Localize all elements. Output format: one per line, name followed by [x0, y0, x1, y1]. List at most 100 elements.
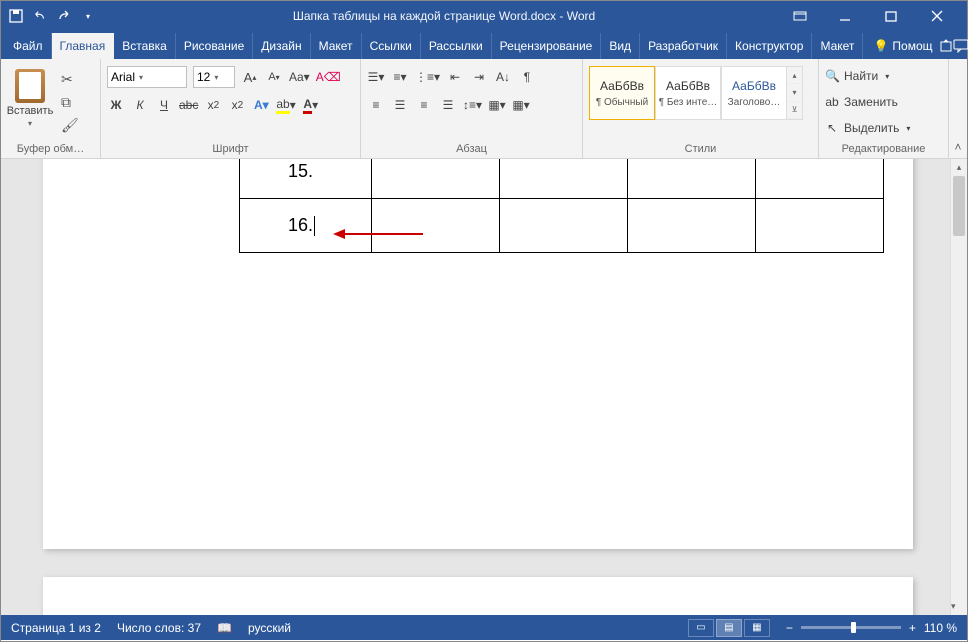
align-left-icon[interactable]: ≡ — [367, 95, 385, 115]
italic-button[interactable]: К — [131, 95, 149, 115]
tab-developer[interactable]: Разработчик — [640, 33, 727, 59]
page-indicator[interactable]: Страница 1 из 2 — [11, 621, 101, 635]
tab-layout[interactable]: Макет — [311, 33, 362, 59]
clear-format-icon[interactable]: A⌫ — [316, 67, 341, 87]
table-cell[interactable] — [500, 159, 628, 199]
table-cell[interactable] — [628, 199, 756, 253]
table-cell[interactable] — [756, 199, 884, 253]
style-no-spacing[interactable]: АаБбВв ¶ Без инте… — [655, 66, 721, 120]
print-layout-icon[interactable]: ▤ — [716, 619, 742, 637]
grow-font-icon[interactable]: A▴ — [241, 67, 259, 87]
web-layout-icon[interactable]: ▦ — [744, 619, 770, 637]
bullets-icon[interactable]: ☰▾ — [367, 67, 385, 87]
show-marks-icon[interactable]: ¶ — [518, 67, 536, 87]
collapse-ribbon-icon[interactable]: ˄ — [949, 59, 967, 158]
close-icon[interactable] — [931, 10, 959, 22]
read-mode-icon[interactable]: ▭ — [688, 619, 714, 637]
qat-customize-icon[interactable]: ▾ — [81, 9, 95, 23]
share-button[interactable] — [939, 33, 953, 59]
tab-file[interactable]: Файл — [5, 33, 52, 59]
zoom-level[interactable]: 110 % — [924, 621, 957, 635]
line-spacing-icon[interactable]: ↕≡▾ — [463, 95, 482, 115]
chevron-down-icon[interactable]: ▾ — [787, 84, 802, 101]
page-1[interactable]: 15. 16. — [43, 159, 913, 549]
expand-icon[interactable]: ⊻ — [787, 102, 802, 119]
underline-button[interactable]: Ч — [155, 95, 173, 115]
redo-icon[interactable] — [57, 9, 71, 23]
decrease-indent-icon[interactable]: ⇤ — [446, 67, 464, 87]
select-button[interactable]: ↖Выделить▾ — [825, 117, 942, 139]
subscript-icon[interactable]: x2 — [204, 95, 222, 115]
comments-button[interactable] — [953, 33, 968, 59]
tell-me[interactable]: 💡 Помощ — [867, 33, 938, 59]
undo-icon[interactable] — [33, 9, 47, 23]
zoom-slider[interactable] — [801, 626, 901, 629]
format-painter-icon[interactable]: 🖌 — [61, 117, 79, 134]
font-color-icon[interactable]: A▾ — [302, 95, 320, 115]
table-cell[interactable] — [372, 199, 500, 253]
spell-check-icon[interactable]: 📖 — [217, 621, 232, 635]
bold-button[interactable]: Ж — [107, 95, 125, 115]
tab-table-design[interactable]: Конструктор — [727, 33, 812, 59]
tab-design[interactable]: Дизайн — [253, 33, 310, 59]
styles-scroll[interactable]: ▴▾⊻ — [787, 66, 803, 120]
ribbon-options-icon[interactable] — [793, 11, 821, 21]
font-name-combo[interactable]: Arial▾ — [107, 66, 187, 88]
chevron-up-icon[interactable]: ▴ — [787, 67, 802, 84]
table-cell[interactable] — [628, 159, 756, 199]
table-cell[interactable] — [500, 199, 628, 253]
table-row[interactable]: 16. — [240, 199, 884, 253]
vertical-scrollbar[interactable]: ▴ ▾ — [950, 159, 967, 615]
font-size-combo[interactable]: 12▾ — [193, 66, 235, 88]
document-area[interactable]: 15. 16. 17. 18. ▴ ▾ — [1, 159, 967, 615]
scroll-down-icon[interactable]: ▾ — [951, 598, 956, 615]
tab-mailings[interactable]: Рассылки — [421, 33, 492, 59]
page-2[interactable]: 17. 18. — [43, 577, 913, 615]
tab-draw[interactable]: Рисование — [176, 33, 253, 59]
table-cell[interactable] — [756, 159, 884, 199]
style-heading1[interactable]: АаБбВв Заголово… — [721, 66, 787, 120]
copy-icon[interactable]: ⧉ — [61, 94, 79, 111]
superscript-icon[interactable]: x2 — [228, 95, 246, 115]
table-cell[interactable] — [372, 159, 500, 199]
tab-view[interactable]: Вид — [601, 33, 640, 59]
paste-button[interactable]: Вставить ▾ — [7, 65, 53, 134]
tab-review[interactable]: Рецензирование — [492, 33, 602, 59]
zoom-in-button[interactable]: + — [909, 621, 916, 635]
style-normal[interactable]: АаБбВв ¶ Обычный — [589, 66, 655, 120]
zoom-out-button[interactable]: − — [786, 621, 793, 635]
language-indicator[interactable]: русский — [248, 621, 291, 635]
table-row[interactable]: 15. — [240, 159, 884, 199]
table-cell[interactable]: 15. — [240, 159, 372, 199]
tab-table-layout[interactable]: Макет — [812, 33, 863, 59]
save-icon[interactable] — [9, 9, 23, 23]
shrink-font-icon[interactable]: A▾ — [265, 67, 283, 87]
strike-button[interactable]: abc — [179, 95, 198, 115]
shading-icon[interactable]: ▦▾ — [488, 95, 506, 115]
align-right-icon[interactable]: ≡ — [415, 95, 433, 115]
text-effects-icon[interactable]: A▾ — [252, 95, 270, 115]
increase-indent-icon[interactable]: ⇥ — [470, 67, 488, 87]
scroll-up-icon[interactable]: ▴ — [951, 159, 967, 176]
cut-icon[interactable]: ✂ — [61, 71, 79, 88]
sort-icon[interactable]: A↓ — [494, 67, 512, 87]
replace-button[interactable]: abЗаменить — [825, 91, 942, 113]
scroll-thumb[interactable] — [953, 176, 965, 236]
zoom-thumb[interactable] — [851, 622, 856, 633]
word-count[interactable]: Число слов: 37 — [117, 621, 201, 635]
borders-icon[interactable]: ▦▾ — [512, 95, 530, 115]
tab-home[interactable]: Главная — [52, 33, 115, 59]
maximize-icon[interactable] — [885, 10, 913, 22]
align-center-icon[interactable]: ☰ — [391, 95, 409, 115]
find-button[interactable]: 🔍Найти▾ — [825, 65, 942, 87]
styles-gallery[interactable]: АаБбВв ¶ Обычный АаБбВв ¶ Без инте… АаБб… — [589, 66, 803, 120]
highlight-icon[interactable]: ab▾ — [276, 95, 295, 115]
table-cell[interactable]: 16. — [240, 199, 372, 253]
justify-icon[interactable]: ☰ — [439, 95, 457, 115]
change-case-icon[interactable]: Aa▾ — [289, 67, 310, 87]
tab-references[interactable]: Ссылки — [362, 33, 421, 59]
tab-insert[interactable]: Вставка — [114, 33, 176, 59]
multilevel-icon[interactable]: ⋮≡▾ — [415, 67, 440, 87]
numbering-icon[interactable]: ≡▾ — [391, 67, 409, 87]
minimize-icon[interactable] — [839, 10, 867, 22]
